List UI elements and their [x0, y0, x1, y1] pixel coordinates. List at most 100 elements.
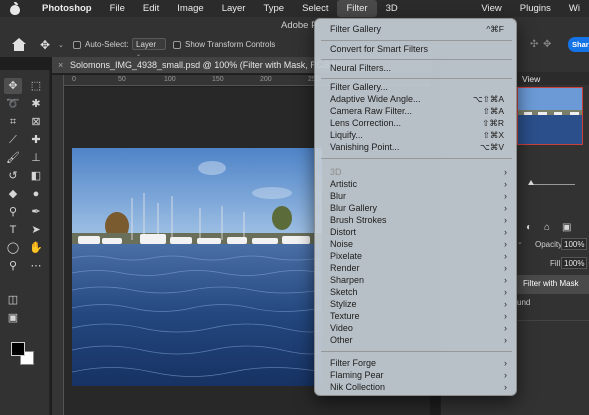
menu-item-3d: 3D › — [330, 167, 507, 177]
marina-photo[interactable] — [72, 148, 322, 386]
menu-type[interactable]: Type — [254, 0, 293, 17]
menu-item-render[interactable]: Render › — [315, 262, 516, 274]
ruler-tick: 50 — [118, 76, 126, 83]
auto-select-dropdown[interactable]: Layer ⌄ — [132, 38, 166, 58]
zoom-slider-handle[interactable] — [528, 180, 534, 185]
menu-item-distort[interactable]: Distort › — [315, 226, 516, 238]
move-tool-icon[interactable]: ✥ — [40, 38, 50, 52]
layer-row-active[interactable]: Filter with Mask — [517, 275, 589, 294]
blur-tool-icon[interactable]: ● — [27, 186, 45, 202]
apple-menu-icon[interactable] — [9, 1, 23, 15]
menu-3d[interactable]: 3D — [377, 0, 407, 17]
type-tool-icon[interactable]: T — [4, 222, 22, 238]
quick-mask-icon[interactable]: ◫ — [4, 292, 22, 308]
show-transform-label: Show Transform Controls — [185, 40, 276, 49]
layer-row-background[interactable]: und — [517, 298, 530, 307]
menu-item-filter-gallery[interactable]: Filter Gallery... — [315, 81, 516, 93]
hand-tool-icon[interactable]: ✋ — [27, 240, 45, 256]
crop-tool-icon[interactable]: ⌗ — [4, 114, 22, 130]
submenu-arrow-icon: › — [504, 323, 507, 333]
clone-stamp-tool-icon[interactable]: ⊥ — [27, 150, 45, 166]
eraser-tool-icon[interactable]: ◧ — [27, 168, 45, 184]
lock-icon[interactable]: ⌂ — [544, 222, 550, 233]
dodge-tool-icon[interactable]: ⚲ — [4, 204, 22, 220]
edit-toolbar-icon[interactable]: ⋯ — [27, 258, 45, 274]
ellipse-tool-icon[interactable]: ◯ — [4, 240, 22, 256]
filter-menu: Filter Gallery ^⌘F Convert for Smart Filt… — [314, 18, 517, 396]
foreground-color-swatch[interactable] — [11, 342, 25, 356]
menu-layer[interactable]: Layer — [213, 0, 255, 17]
menu-item-nik-collection[interactable]: Nik Collection › — [315, 381, 516, 393]
navigator-thumbnail[interactable] — [517, 87, 583, 145]
3d-pan-icon[interactable]: ✥ — [543, 39, 551, 50]
healing-brush-tool-icon[interactable]: ✚ — [27, 132, 45, 148]
zoom-slider-track[interactable] — [530, 184, 575, 185]
paint-bucket-tool-icon[interactable]: ◆ — [4, 186, 22, 202]
menu-edit[interactable]: Edit — [134, 0, 168, 17]
share-button[interactable]: Shar — [568, 37, 589, 52]
submenu-arrow-icon: › — [504, 275, 507, 285]
blend-mode-dropdown[interactable]: ⌄ — [517, 238, 531, 250]
submenu-arrow-icon: › — [504, 179, 507, 189]
adjustment-icon[interactable]: ◐ — [526, 222, 532, 233]
lasso-tool-icon[interactable]: ➰ — [4, 96, 22, 112]
menu-item-lens-correction[interactable]: Lens Correction... ⇧⌘R — [315, 117, 516, 129]
menu-window[interactable]: Wi — [560, 0, 589, 17]
zoom-tool-icon[interactable]: ⚲ — [4, 258, 22, 274]
fill-field[interactable]: 100% — [561, 257, 587, 269]
brush-tool-icon[interactable]: 🖌 — [4, 150, 22, 166]
frame-tool-icon[interactable]: ⊠ — [27, 114, 45, 130]
close-tab-icon[interactable]: × — [58, 60, 63, 70]
submenu-arrow-icon: › — [504, 358, 507, 368]
new-layer-icon[interactable]: ▣ — [562, 222, 571, 233]
tools-panel: ✥ ⬚ ➰ ✱ ⌗ ⊠ ⟋ ✚ 🖌 ⊥ ↺ ◧ ◆ ● ⚲ ✒ T ➤ ◯ ✋ … — [0, 70, 50, 415]
menu-app-photoshop[interactable]: Photoshop — [33, 0, 101, 17]
menu-item-camera-raw-filter[interactable]: Camera Raw Filter... ⇧⌘A — [315, 105, 516, 117]
menu-item-blur-gallery[interactable]: Blur Gallery › — [315, 202, 516, 214]
magic-wand-tool-icon[interactable]: ✱ — [27, 96, 45, 112]
home-icon[interactable] — [12, 38, 26, 51]
menu-filter[interactable]: Filter — [337, 0, 377, 17]
ruler-tick: 200 — [260, 76, 272, 83]
submenu-arrow-icon: › — [504, 370, 507, 380]
opacity-field[interactable]: 100% — [561, 238, 587, 250]
menu-view[interactable]: View — [472, 0, 510, 17]
menu-item-sketch[interactable]: Sketch › — [315, 286, 516, 298]
pen-tool-icon[interactable]: ✒ — [27, 204, 45, 220]
menu-item-flaming-pear[interactable]: Flaming Pear › — [315, 369, 516, 381]
menu-item-other[interactable]: Other › — [315, 334, 516, 346]
menu-item-brush-strokes[interactable]: Brush Strokes › — [315, 214, 516, 226]
tab-view[interactable]: View — [522, 74, 540, 84]
path-selection-tool-icon[interactable]: ➤ — [27, 222, 45, 238]
move-tool-icon[interactable]: ✥ — [4, 78, 22, 94]
marquee-tool-icon[interactable]: ⬚ — [27, 78, 45, 94]
eyedropper-tool-icon[interactable]: ⟋ — [4, 132, 22, 148]
chevron-down-icon[interactable]: ⌄ — [58, 41, 64, 49]
menu-item-filter-forge[interactable]: Filter Forge › — [315, 357, 516, 369]
menu-item-noise[interactable]: Noise › — [315, 238, 516, 250]
menu-item-video[interactable]: Video › — [315, 322, 516, 334]
menu-image[interactable]: Image — [168, 0, 212, 17]
menu-item-neural-filters[interactable]: Neural Filters... — [315, 62, 516, 74]
menu-file[interactable]: File — [101, 0, 134, 17]
menu-item-artistic[interactable]: Artistic › — [315, 178, 516, 190]
menu-item-filter-gallery-last[interactable]: Filter Gallery ^⌘F — [315, 23, 516, 35]
vertical-ruler[interactable] — [52, 75, 64, 415]
menu-item-adaptive-wide-angle[interactable]: Adaptive Wide Angle... ⌥⇧⌘A — [315, 93, 516, 105]
menu-select[interactable]: Select — [293, 0, 337, 17]
menu-item-sharpen[interactable]: Sharpen › — [315, 274, 516, 286]
screen-mode-icon[interactable]: ▣ — [4, 310, 22, 326]
menu-separator — [321, 351, 512, 352]
3d-mode-icon[interactable]: ✣ — [530, 39, 538, 50]
menu-item-texture[interactable]: Texture › — [315, 310, 516, 322]
menu-item-stylize[interactable]: Stylize › — [315, 298, 516, 310]
menu-item-convert-smart-filters[interactable]: Convert for Smart Filters — [315, 43, 516, 55]
menu-item-pixelate[interactable]: Pixelate › — [315, 250, 516, 262]
history-brush-tool-icon[interactable]: ↺ — [4, 168, 22, 184]
show-transform-checkbox[interactable] — [173, 41, 181, 49]
menu-plugins[interactable]: Plugins — [511, 0, 560, 17]
menu-item-vanishing-point[interactable]: Vanishing Point... ⌥⌘V — [315, 141, 516, 153]
menu-item-blur[interactable]: Blur › — [315, 190, 516, 202]
menu-item-liquify[interactable]: Liquify... ⇧⌘X — [315, 129, 516, 141]
auto-select-checkbox[interactable] — [73, 41, 81, 49]
